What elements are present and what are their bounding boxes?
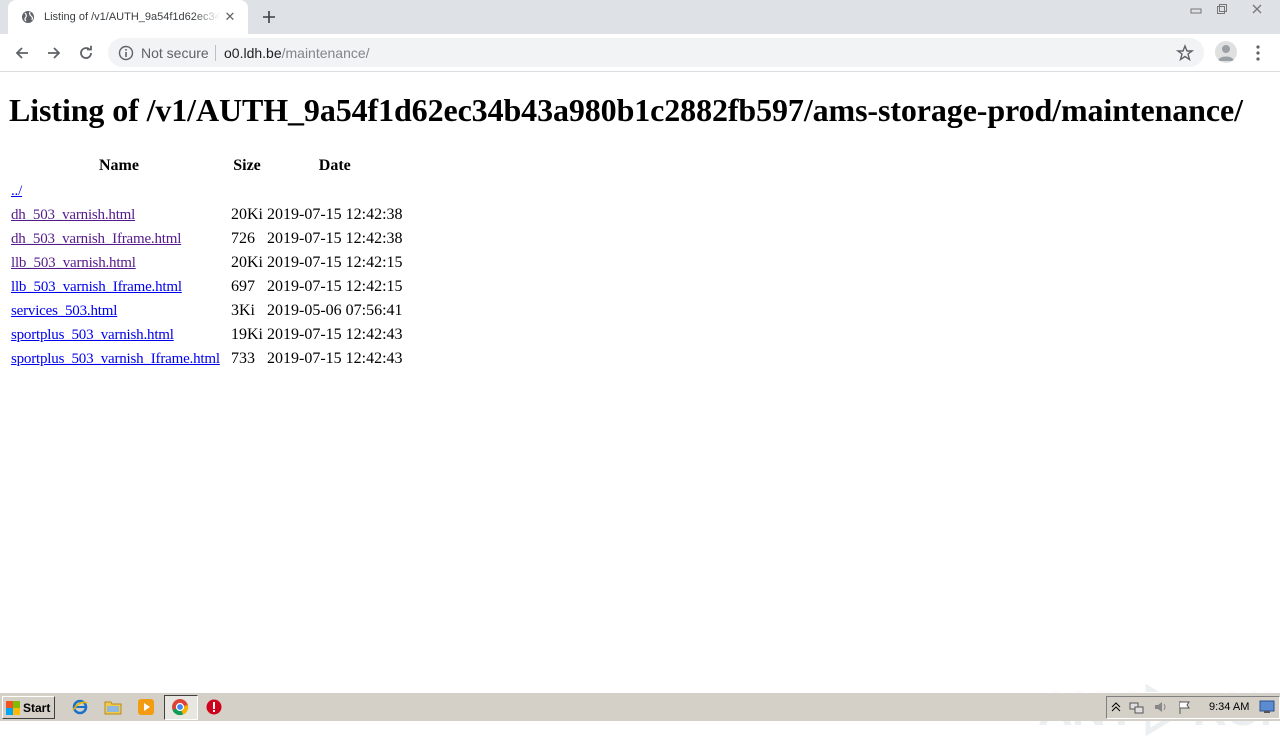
window-controls [1183, 0, 1279, 18]
action-center-flag-icon[interactable] [1177, 699, 1193, 720]
windows-taskbar: Start 9:34 AM [0, 692, 1280, 721]
table-row: services_503.html 3Ki 2019-05-06 07:56:41 [10, 300, 404, 322]
url-host: o0.ldh.be [224, 45, 282, 61]
file-size-cell: 3Ki [231, 302, 255, 319]
address-bar[interactable]: Not secure o0.ldh.be/maintenance/ [108, 38, 1204, 67]
table-row: dh_503_varnish.html 20Ki 2019-07-15 12:42:… [10, 204, 404, 226]
file-name-cell: services_503.html [10, 300, 228, 322]
close-window-icon[interactable] [1235, 0, 1279, 18]
internet-explorer-icon[interactable] [71, 698, 89, 716]
profile-avatar-icon[interactable] [1215, 41, 1237, 63]
file-name-cell: llb_503_varnish.html [10, 252, 228, 274]
start-button[interactable]: Start [2, 696, 55, 719]
browser-menu-icon[interactable] [1250, 41, 1266, 65]
column-header-name: Name [99, 157, 139, 174]
bookmark-star-icon[interactable] [1175, 44, 1195, 62]
info-icon[interactable] [118, 45, 134, 61]
file-date-cell: 2019-07-15 12:42:38 [267, 206, 403, 223]
taskbar-clock[interactable]: 9:34 AM [1209, 701, 1249, 713]
reload-button[interactable] [74, 41, 98, 65]
media-player-icon[interactable] [137, 698, 155, 716]
file-size-cell: 19Ki [231, 326, 263, 343]
tab-strip: Listing of /v1/AUTH_9a54f1d62ec34b43a980… [0, 0, 1280, 34]
security-label: Not secure [141, 45, 209, 61]
browser-tab[interactable]: Listing of /v1/AUTH_9a54f1d62ec34b43a980… [8, 0, 248, 34]
globe-icon [20, 9, 36, 25]
file-name-cell: llb_503_varnish_Iframe.html [10, 276, 228, 298]
file-name-cell: sportplus_503_varnish_Iframe.html [10, 348, 228, 370]
file-date-cell: 2019-07-15 12:42:15 [267, 254, 403, 271]
start-label: Start [23, 700, 51, 715]
table-row: sportplus_503_varnish_Iframe.html 733 2019… [10, 348, 404, 370]
volume-icon[interactable] [1153, 699, 1169, 720]
file-size-cell: 20Ki [231, 206, 263, 223]
table-row: ../ [10, 180, 404, 202]
omnibox-divider [215, 45, 216, 61]
file-link[interactable]: dh_503_varnish.html [11, 207, 135, 223]
column-header-size: Size [233, 157, 261, 174]
file-size-cell: 726 [231, 230, 255, 247]
file-link[interactable]: sportplus_503_varnish_Iframe.html [11, 351, 220, 367]
forward-button[interactable] [42, 41, 66, 65]
minimize-icon[interactable] [1183, 0, 1209, 18]
page-content: Listing of /v1/AUTH_9a54f1d62ec34b43a980… [0, 72, 1280, 736]
file-size-cell: 20Ki [231, 254, 263, 271]
file-link[interactable]: services_503.html [11, 303, 117, 319]
stop-icon[interactable] [205, 698, 223, 716]
parent-dir-link[interactable]: ../ [11, 183, 22, 199]
file-link[interactable]: llb_503_varnish.html [11, 255, 136, 271]
file-size-cell: 733 [231, 350, 255, 367]
tab-title: Listing of /v1/AUTH_9a54f1d62ec34b43a980… [44, 11, 220, 23]
file-name-cell: dh_503_varnish_Iframe.html [10, 228, 228, 250]
windows-logo-icon [6, 700, 20, 715]
system-tray: 9:34 AM [1106, 696, 1280, 719]
file-date-cell: 2019-07-15 12:42:38 [267, 230, 403, 247]
page-title: Listing of /v1/AUTH_9a54f1d62ec34b43a980… [9, 92, 1243, 128]
file-size-cell: 697 [231, 278, 255, 295]
parent-dir-cell: ../ [10, 180, 228, 202]
chrome-icon[interactable] [171, 698, 189, 716]
file-name-cell: sportplus_503_varnish.html [10, 324, 228, 346]
restore-icon[interactable] [1209, 0, 1235, 18]
table-row: llb_503_varnish_Iframe.html 697 2019-07-15… [10, 276, 404, 298]
table-row: llb_503_varnish.html 20Ki 2019-07-15 12:42… [10, 252, 404, 274]
table-header-row: Name Size Date [10, 154, 404, 178]
show-desktop-icon[interactable] [1259, 700, 1275, 719]
show-hidden-icons-icon[interactable] [1111, 700, 1121, 719]
network-icon[interactable] [1129, 699, 1145, 720]
url-text[interactable]: o0.ldh.be/maintenance/ [224, 45, 370, 61]
folder-icon[interactable] [104, 698, 122, 716]
file-date-cell: 2019-07-15 12:42:15 [267, 278, 403, 295]
file-link[interactable]: sportplus_503_varnish.html [11, 327, 174, 343]
file-date-cell: 2019-05-06 07:56:41 [267, 302, 403, 319]
file-date-cell: 2019-07-15 12:42:43 [267, 350, 403, 367]
column-header-date: Date [318, 157, 351, 174]
browser-toolbar: Not secure o0.ldh.be/maintenance/ [0, 34, 1280, 72]
file-listing-table: Name Size Date ../ dh_503_varnish.html 20… [8, 152, 406, 372]
file-name-cell: dh_503_varnish.html [10, 204, 228, 226]
url-path: /maintenance/ [281, 45, 370, 61]
close-tab-icon[interactable]: ✕ [222, 9, 238, 25]
table-row: dh_503_varnish_Iframe.html 726 2019-07-15 … [10, 228, 404, 250]
file-date-cell: 2019-07-15 12:42:43 [267, 326, 403, 343]
back-button[interactable] [10, 41, 34, 65]
new-tab-button[interactable] [258, 6, 280, 28]
table-row: sportplus_503_varnish.html 19Ki 2019-07-15… [10, 324, 404, 346]
file-link[interactable]: llb_503_varnish_Iframe.html [11, 279, 182, 295]
file-link[interactable]: dh_503_varnish_Iframe.html [11, 231, 181, 247]
